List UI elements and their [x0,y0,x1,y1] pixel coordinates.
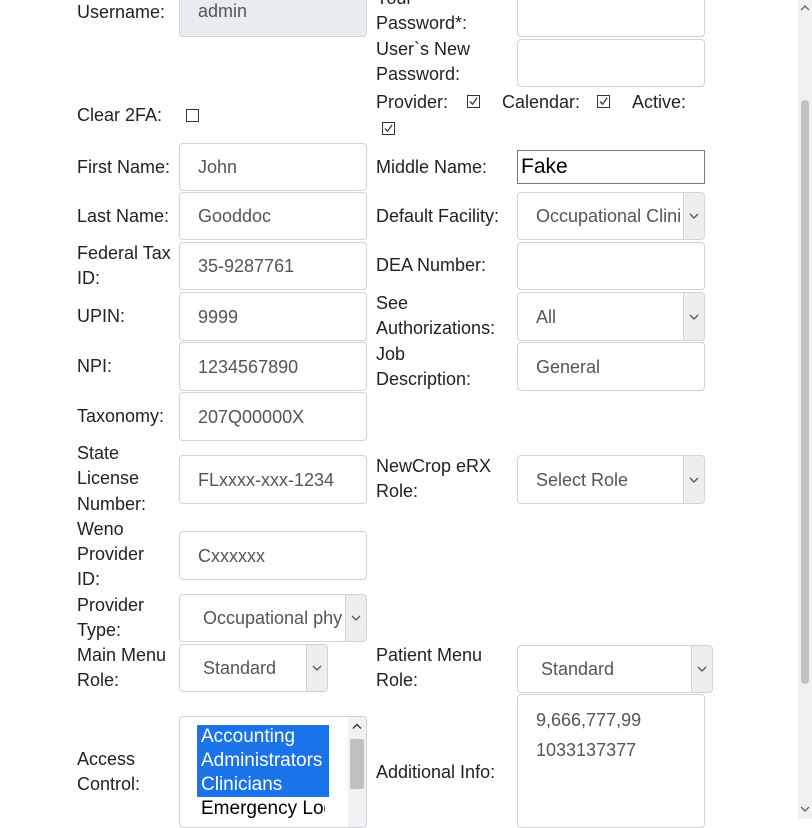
check-icon [469,97,478,106]
main-menu-role-select[interactable]: Standard [179,644,328,692]
chevron-down-icon [306,645,327,691]
state-license-label-line3: Number: [77,494,147,514]
weno-label-line3: ID: [77,569,101,589]
calendar-checkbox[interactable] [597,95,610,108]
job-description-label-line1: Job [376,344,406,364]
chevron-up-icon [352,723,362,729]
default-facility-value: Occupational Clinic [536,206,680,226]
new-password-label-line2: Password: [376,64,461,84]
check-icon [599,97,608,106]
listbox-scrollbar[interactable] [348,717,366,827]
access-control-option[interactable]: Clinicians [197,773,329,797]
username-input[interactable]: admin [179,0,367,37]
access-control-label-line2: Control: [77,774,141,794]
additional-info-label: Additional Info: [376,762,496,782]
your-password-label-line1: Your [376,0,412,11]
taxonomy-label: Taxonomy: [77,406,165,426]
additional-info-textarea[interactable]: 9,666,777,99 1033137377 [517,694,705,828]
provider-label: Provider: [376,92,449,112]
see-authorizations-value: All [536,306,557,327]
default-facility-select[interactable]: Occupational Clinic [517,192,705,240]
upin-label: UPIN: [77,306,126,326]
newcrop-role-label-line2: Role: [376,481,419,501]
middle-name-label: Middle Name: [376,157,488,177]
dea-number-input[interactable] [517,242,705,290]
federal-tax-label-line1: Federal Tax [77,243,171,263]
taxonomy-input[interactable]: 207Q00000X [179,392,367,441]
newcrop-role-label-line1: NewCrop eRX [376,456,492,476]
access-control-option[interactable]: Administrators [197,749,329,773]
middle-name-input[interactable]: Fake [517,150,705,184]
provider-type-value: Occupational physician [203,608,342,628]
see-authorizations-label-line2: Authorizations: [376,318,496,338]
main-menu-role-value: Standard [203,658,277,678]
npi-input[interactable]: 1234567890 [179,342,367,391]
see-authorizations-label-line1: See [376,293,409,313]
clear-2fa-label: Clear 2FA: [77,105,163,125]
provider-type-label-line2: Type: [77,620,122,640]
additional-info-line: 1033137377 [536,740,637,760]
provider-type-select[interactable]: Occupational physician [179,594,367,642]
page-scrollbar[interactable] [798,0,812,819]
job-description-input[interactable]: General [517,342,705,391]
newcrop-role-select[interactable]: Select Role [517,455,705,504]
main-menu-role-label-line1: Main Menu [77,645,167,665]
main-menu-role-label-line2: Role: [77,670,120,690]
your-password-input[interactable] [517,0,705,37]
new-password-label-line1: User`s New [376,39,471,59]
provider-checkbox[interactable] [467,95,480,108]
patient-menu-role-value: Standard [541,659,615,679]
check-icon [384,124,393,133]
access-control-option[interactable]: Accounting [197,725,329,749]
patient-menu-role-label-line1: Patient Menu [376,645,483,665]
username-label: Username: [77,2,166,22]
weno-label-line1: Weno [77,519,124,539]
provider-type-label-line1: Provider [77,595,145,615]
new-password-input[interactable] [517,39,705,87]
clear-2fa-checkbox[interactable] [186,109,199,122]
upin-input[interactable]: 9999 [179,292,367,341]
newcrop-role-value: Select Role [536,469,629,490]
patient-menu-role-select[interactable]: Standard [517,645,713,693]
state-license-label-line1: State [77,443,120,463]
federal-tax-input[interactable]: 35-9287761 [179,242,367,290]
patient-menu-role-label-line2: Role: [376,670,419,690]
access-control-label-line1: Access [77,749,136,769]
calendar-label: Calendar: [502,92,581,112]
access-control-option[interactable]: Emergency Login [201,797,325,821]
state-license-input[interactable]: FLxxxx-xxx-1234 [179,455,367,504]
active-label: Active: [632,92,687,112]
chevron-down-icon [683,293,704,340]
see-authorizations-select[interactable]: All [517,292,705,341]
chevron-down-icon [683,193,704,239]
first-name-input[interactable]: John [179,143,367,191]
listbox-scroll-thumb[interactable] [350,739,364,789]
your-password-label-line2: Password*: [376,13,468,33]
weno-label-line2: Provider [77,544,145,564]
weno-provider-id-input[interactable]: Cxxxxxx [179,531,367,580]
last-name-input[interactable]: Gooddoc [179,192,367,240]
job-description-label-line2: Description: [376,369,472,389]
dea-number-label: DEA Number: [376,255,487,275]
federal-tax-label-line2: ID: [77,268,101,288]
chevron-down-icon [683,456,704,503]
default-facility-label: Default Facility: [376,206,500,226]
first-name-label: First Name: [77,157,171,177]
access-control-listbox[interactable]: Accounting Administrators Clinicians Eme… [179,716,367,828]
chevron-down-icon [345,595,366,641]
state-license-label-line2: License [77,468,140,488]
chevron-down-icon [691,646,712,692]
active-checkbox[interactable] [382,122,395,135]
last-name-label: Last Name: [77,206,170,226]
scroll-up-icon [800,5,810,11]
additional-info-line: 9,666,777,99 [536,710,642,730]
page-scroll-thumb[interactable] [801,100,809,684]
scroll-down-icon [800,806,810,812]
npi-label: NPI: [77,356,113,376]
